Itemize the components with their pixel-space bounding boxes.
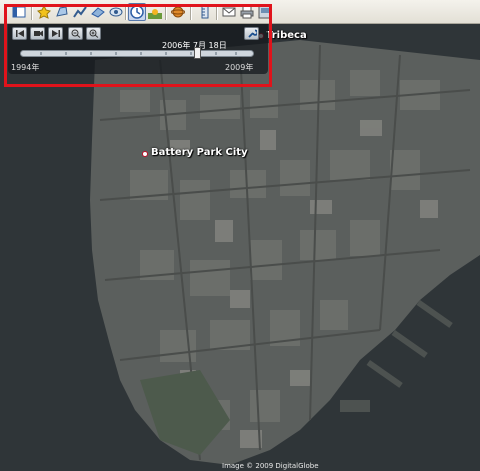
print-button[interactable] — [238, 3, 256, 21]
next-date-button[interactable] — [48, 27, 63, 40]
place-label-tribeca[interactable]: Tribeca — [266, 30, 307, 41]
image-overlay-icon — [91, 7, 105, 18]
sidebar-toggle-button[interactable] — [10, 3, 28, 21]
print-icon — [240, 5, 254, 19]
time-slider-thumb[interactable] — [194, 47, 201, 59]
email-button[interactable] — [220, 3, 238, 21]
movie-camera-icon — [34, 30, 43, 37]
ruler-icon — [201, 5, 209, 19]
record-tour-icon — [109, 7, 123, 17]
sidebar-icon — [12, 6, 26, 18]
copyright-text: Image © 2009 DigitalGlobe — [222, 462, 319, 470]
image-overlay-button[interactable] — [89, 3, 107, 21]
play-animation-button[interactable] — [30, 27, 45, 40]
battery-park-city-marker[interactable] — [142, 151, 148, 157]
email-icon — [222, 7, 236, 17]
slider-ticks — [40, 52, 237, 55]
historical-imagery-button[interactable] — [128, 3, 146, 21]
switch-to-sky-button[interactable] — [169, 3, 187, 21]
clock-icon — [130, 5, 144, 19]
path-icon — [73, 6, 87, 18]
time-slider-track[interactable] — [20, 50, 254, 57]
zoom-out-icon — [71, 29, 81, 38]
end-year-label: 2009年 — [225, 63, 254, 72]
sunlight-button[interactable] — [146, 3, 164, 21]
historical-imagery-slider-panel: 2006年 7月 18日 1994年 2009年 — [8, 24, 268, 74]
add-placemark-button[interactable] — [35, 3, 53, 21]
record-tour-button[interactable] — [107, 3, 125, 21]
slider-settings-button[interactable] — [244, 27, 259, 40]
polygon-icon — [56, 6, 68, 17]
ruler-button[interactable] — [196, 3, 214, 21]
save-image-button[interactable] — [256, 3, 274, 21]
sun-icon — [148, 9, 162, 19]
save-image-icon — [258, 5, 272, 19]
add-polygon-button[interactable] — [53, 3, 71, 21]
planet-icon — [171, 6, 185, 18]
zoom-out-time-button[interactable] — [68, 27, 83, 40]
zoom-in-icon — [89, 29, 99, 38]
place-label-battery-park-city[interactable]: Battery Park City — [151, 147, 248, 158]
skip-forward-icon — [52, 30, 60, 37]
add-path-button[interactable] — [71, 3, 89, 21]
placemark-icon — [37, 5, 51, 19]
skip-back-icon — [16, 30, 24, 37]
start-year-label: 1994年 — [11, 63, 40, 72]
wrench-icon — [248, 29, 257, 38]
zoom-in-time-button[interactable] — [86, 27, 101, 40]
previous-date-button[interactable] — [12, 27, 27, 40]
toolbar — [0, 0, 480, 24]
